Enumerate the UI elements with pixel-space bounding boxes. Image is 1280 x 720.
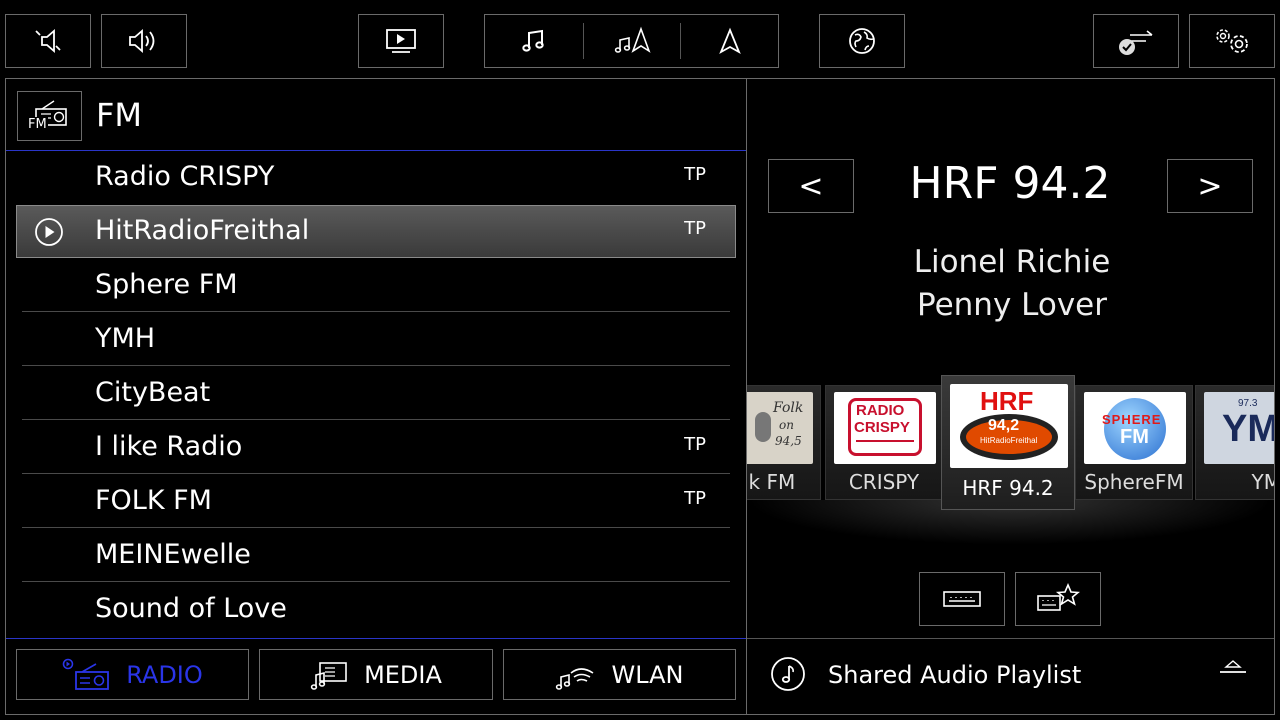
- mute-button[interactable]: [5, 14, 91, 68]
- station-name: Sound of Love: [95, 593, 287, 624]
- wlan-icon: [556, 667, 594, 690]
- tab-media-label: MEDIA: [364, 660, 442, 689]
- row-divider: [22, 527, 730, 528]
- music-circle-icon: [771, 657, 805, 691]
- favorites-button[interactable]: [1015, 572, 1101, 626]
- carousel-label-hrf: HRF 94.2: [962, 476, 1054, 500]
- track-title: Penny Lover: [916, 287, 1107, 323]
- row-divider: [22, 311, 730, 312]
- station-list-item[interactable]: HitRadioFreithal TP: [16, 205, 736, 258]
- shared-audio-playlist-label: Shared Audio Playlist: [828, 661, 1082, 689]
- row-divider: [22, 581, 730, 582]
- station-list-item[interactable]: FOLK FM TP: [16, 475, 736, 528]
- radio-tab-icon: [62, 658, 110, 690]
- carousel-item-folk[interactable]: Folk on 94,5 lk FM: [747, 385, 821, 500]
- folk-logo-line1: Folk: [773, 400, 804, 416]
- music-navigation-button[interactable]: [584, 15, 680, 67]
- audio-nav-segment: [484, 14, 779, 68]
- eject-icon[interactable]: [1218, 658, 1248, 678]
- previous-label: <: [798, 168, 824, 204]
- keyboard-icon: [943, 591, 981, 607]
- station-name: Radio CRISPY: [95, 161, 275, 192]
- sphere-logo-line1: SPHERE: [1102, 412, 1162, 427]
- volume-icon: [129, 29, 155, 53]
- hrf-logo-line1: HRF: [980, 386, 1034, 416]
- fm-badge-label: FM: [27, 117, 48, 132]
- carousel-label-crispy: CRISPY: [848, 470, 920, 494]
- hrf-logo-line2: 94,2: [988, 417, 1020, 434]
- music-button[interactable]: [485, 15, 583, 67]
- shared-audio-playlist-bar[interactable]: Shared Audio Playlist: [748, 640, 1274, 712]
- station-name: YMH: [95, 323, 156, 354]
- media-icon: [310, 661, 347, 690]
- station-name: HitRadioFreithal: [95, 215, 310, 246]
- station-list-item[interactable]: YMH: [16, 313, 736, 366]
- station-list-item[interactable]: I like Radio TP: [16, 421, 736, 474]
- connection-button[interactable]: [1093, 14, 1179, 68]
- settings-icon: [1216, 29, 1248, 53]
- station-name: FOLK FM: [95, 485, 212, 516]
- tab-wlan-label: WLAN: [611, 660, 684, 689]
- carousel-label-ymh: YMH: [1251, 470, 1274, 494]
- play-circle-icon: [35, 218, 63, 246]
- tp-badge: TP: [684, 434, 706, 455]
- station-list-item[interactable]: CityBeat: [16, 367, 736, 420]
- keypad-button[interactable]: [919, 572, 1005, 626]
- crispy-logo-line1: RADIO: [856, 402, 905, 419]
- artist-name: Lionel Richie: [913, 244, 1111, 280]
- tab-wlan[interactable]: WLAN: [503, 649, 736, 700]
- carousel-item-hrf[interactable]: HRF 94,2 HitRadioFreithal HRF 94.2: [941, 375, 1075, 510]
- row-divider: [22, 419, 730, 420]
- carousel-label-folk: lk FM: [747, 470, 796, 494]
- previous-station-button[interactable]: <: [768, 159, 854, 213]
- ymh-logo-line2: 97.3: [1238, 398, 1258, 409]
- station-name: CityBeat: [95, 377, 211, 408]
- mute-icon: [35, 29, 61, 53]
- sphere-logo-line2: FM: [1120, 426, 1149, 448]
- video-button[interactable]: [358, 14, 444, 68]
- station-name: I like Radio: [95, 431, 243, 462]
- station-name: MEINEwelle: [95, 539, 251, 570]
- station-carousel: Folk on 94,5 lk FM RADIO CRISPY CRISPY H…: [747, 375, 1274, 545]
- hrf-logo-line3: HitRadioFreithal: [980, 436, 1038, 445]
- station-list-item[interactable]: MEINEwelle: [16, 529, 736, 582]
- online-services-button[interactable]: [819, 14, 905, 68]
- folk-logo-line2: on: [779, 418, 794, 432]
- tab-radio[interactable]: RADIO: [16, 649, 249, 700]
- row-divider: [22, 365, 730, 366]
- video-icon: [386, 29, 416, 53]
- navigation-icon: [718, 27, 741, 55]
- tab-radio-label: RADIO: [126, 660, 203, 689]
- ymh-logo-line1: YMH: [1222, 408, 1274, 450]
- station-list-item[interactable]: Sound of Love: [16, 583, 736, 636]
- music-nav-icon: [614, 26, 651, 53]
- carousel-label-sphere: SphereFM: [1084, 470, 1184, 494]
- tp-badge: TP: [684, 164, 706, 185]
- connection-icon: [1119, 30, 1153, 55]
- star-keyboard-icon: [1037, 582, 1080, 611]
- crispy-logo-line2: CRISPY: [854, 419, 910, 436]
- settings-button[interactable]: [1189, 14, 1275, 68]
- tab-media[interactable]: MEDIA: [259, 649, 493, 700]
- carousel-item-ymh[interactable]: YMH 97.3 YMH: [1195, 385, 1274, 500]
- page-title: FM: [96, 96, 143, 134]
- next-label: >: [1197, 168, 1223, 204]
- navigation-button[interactable]: [681, 15, 778, 67]
- music-icon: [522, 29, 544, 52]
- folk-logo-line3: 94,5: [775, 434, 802, 448]
- station-name: Sphere FM: [95, 269, 238, 300]
- carousel-item-crispy[interactable]: RADIO CRISPY CRISPY: [825, 385, 943, 500]
- globe-icon: [849, 28, 875, 54]
- tp-badge: TP: [684, 488, 706, 509]
- carousel-item-sphere[interactable]: SPHERE FM SphereFM: [1075, 385, 1193, 500]
- row-divider: [22, 473, 730, 474]
- station-frequency: HRF 94.2: [909, 158, 1111, 209]
- volume-button[interactable]: [101, 14, 187, 68]
- fm-source-button[interactable]: FM: [17, 91, 82, 141]
- station-list-item[interactable]: Sphere FM: [16, 259, 736, 312]
- tp-badge: TP: [684, 218, 706, 239]
- station-list-item[interactable]: Radio CRISPY TP: [16, 151, 736, 204]
- next-station-button[interactable]: >: [1167, 159, 1253, 213]
